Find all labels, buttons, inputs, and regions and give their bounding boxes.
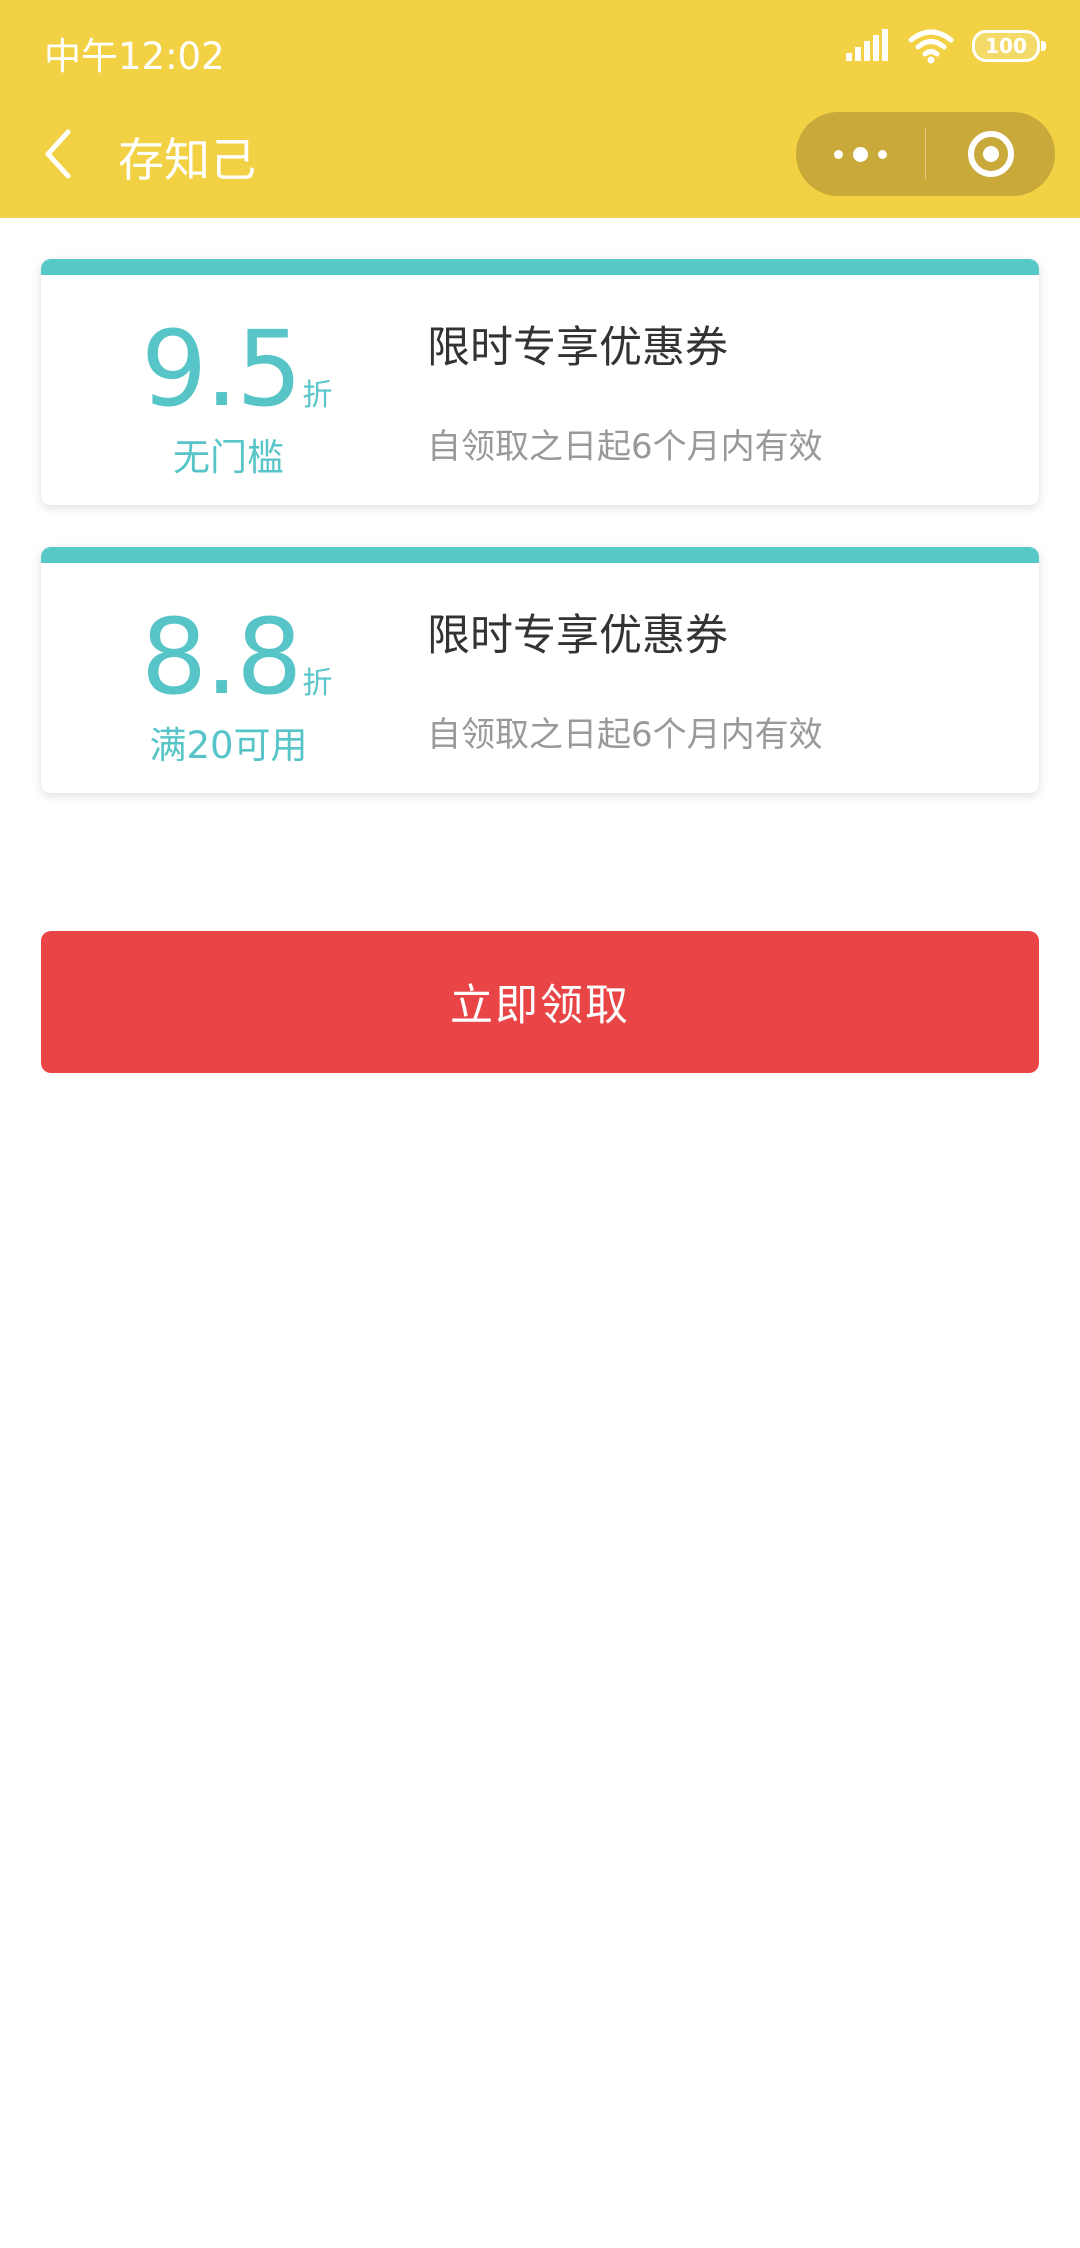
- coupon-condition: 满20可用: [149, 724, 308, 767]
- page-title: 存知己: [118, 133, 256, 187]
- back-icon[interactable]: [40, 128, 76, 180]
- discount-unit: 折: [302, 666, 333, 701]
- more-dot-icon: [853, 146, 868, 162]
- signal-icon: [846, 29, 888, 61]
- claim-now-button[interactable]: 立即领取: [41, 931, 1039, 1073]
- more-button[interactable]: [796, 112, 925, 196]
- target-icon: [967, 131, 1014, 177]
- header: 中午12:02 100 存知己: [0, 0, 1080, 218]
- coupon-title: 限时专享优惠券: [427, 323, 728, 373]
- coupon-top-bar: [41, 547, 1039, 563]
- coupon-card[interactable]: 9.5 折 无门槛 限时专享优惠券 自领取之日起6个月内有效: [41, 259, 1039, 505]
- coupon-card[interactable]: 8.8 折 满20可用 限时专享优惠券 自领取之日起6个月内有效: [41, 547, 1039, 793]
- coupon-title: 限时专享优惠券: [427, 611, 728, 661]
- battery-level: 100: [985, 34, 1027, 58]
- more-dot-icon: [878, 149, 887, 159]
- discount-unit: 折: [302, 378, 333, 413]
- discount-value: 8.8: [141, 596, 302, 718]
- coupon-discount-area: 9.5 折 无门槛: [41, 275, 416, 505]
- coupon-discount: 9.5 折: [141, 317, 332, 421]
- close-button[interactable]: [926, 112, 1055, 196]
- battery-icon: 100: [972, 30, 1046, 62]
- mini-program-capsule: [796, 112, 1055, 196]
- wifi-icon: [908, 29, 954, 64]
- coupon-validity: 自领取之日起6个月内有效: [427, 715, 823, 755]
- status-time: 中午12:02: [44, 35, 225, 78]
- coupon-discount: 8.8 折: [141, 605, 332, 709]
- discount-value: 9.5: [141, 308, 302, 430]
- status-icons: 100: [846, 28, 1046, 64]
- coupon-condition: 无门槛: [173, 436, 284, 479]
- coupon-validity: 自领取之日起6个月内有效: [427, 427, 823, 467]
- more-dot-icon: [834, 149, 843, 159]
- coupon-top-bar: [41, 259, 1039, 275]
- coupon-discount-area: 8.8 折 满20可用: [41, 563, 416, 793]
